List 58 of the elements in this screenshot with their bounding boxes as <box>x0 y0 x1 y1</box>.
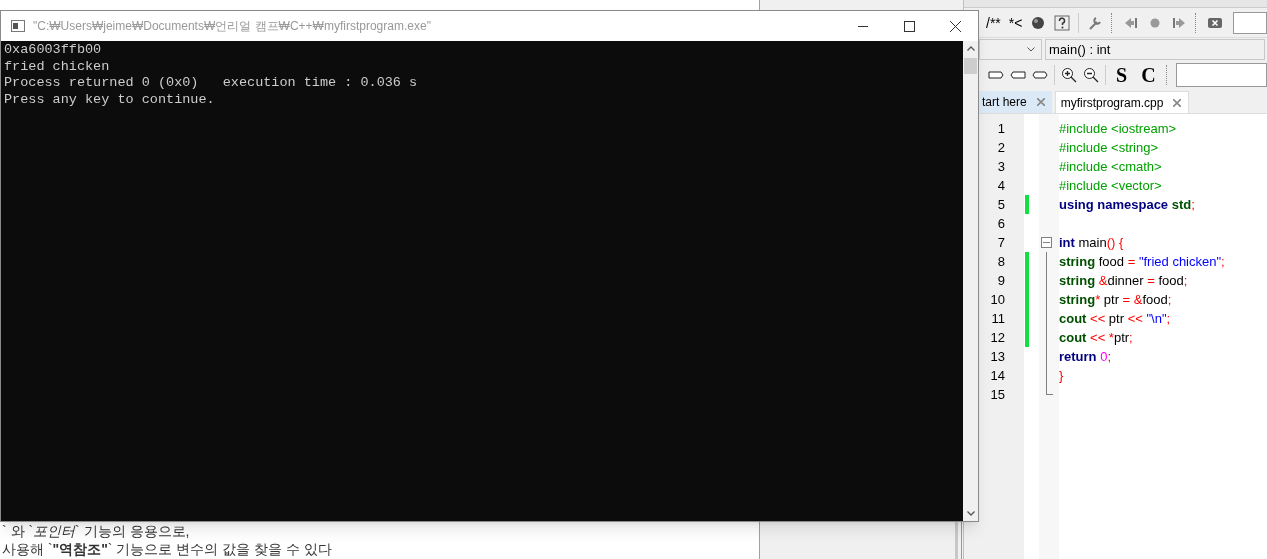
search-field[interactable] <box>1175 63 1267 87</box>
console-line: Press any key to continue. <box>4 91 216 108</box>
console-app-icon <box>11 20 25 32</box>
help-icon[interactable] <box>1054 14 1071 31</box>
scroll-down-icon[interactable] <box>966 511 975 516</box>
line-number: 11 <box>990 310 1006 328</box>
close-icon[interactable] <box>949 20 961 32</box>
chevron-down-icon[interactable] <box>1027 46 1035 52</box>
code-line: #include <string> <box>1059 139 1159 157</box>
window-title: "C:₩Users₩jeime₩Documents₩언리얼 캠프₩C++₩myfirstprogram.exe" <box>33 18 431 35</box>
editor-tab[interactable]: myfirstprogram.cpp <box>1054 91 1190 113</box>
code-line: #include <iostream> <box>1059 120 1178 138</box>
record-icon[interactable] <box>1030 14 1047 31</box>
format-button[interactable]: S <box>1112 65 1132 85</box>
line-number: 1 <box>996 120 1006 138</box>
line-number: 3 <box>996 158 1006 176</box>
code-line: int main() { <box>1059 234 1125 252</box>
code-line: } <box>1059 367 1065 385</box>
comment-button[interactable]: *< <box>1008 15 1023 30</box>
line-number: 8 <box>996 253 1006 271</box>
document-text: 사용해 `"역참조"` 기능으로 변수의 값을 찾을 수 있다 <box>2 540 332 558</box>
maximize-icon[interactable] <box>903 20 915 32</box>
line-number: 6 <box>996 215 1006 233</box>
code-line: string &dinner = food; <box>1059 272 1189 290</box>
line-number: 10 <box>989 291 1006 309</box>
line-number: 12 <box>989 329 1006 347</box>
scroll-thumb[interactable] <box>964 58 977 74</box>
fold-toggle[interactable] <box>1041 237 1052 248</box>
code-line: string food = "fried chicken"; <box>1059 253 1226 271</box>
code-line: cout << *ptr; <box>1059 329 1134 347</box>
wrench-icon[interactable] <box>1087 14 1104 31</box>
line-number: 14 <box>989 367 1006 385</box>
code-line: string* ptr = &food; <box>1059 291 1173 309</box>
minimize-icon[interactable] <box>858 25 868 27</box>
format-button[interactable]: C <box>1137 65 1160 85</box>
code-line: #include <vector> <box>1059 177 1163 195</box>
console-line: 0xa6003ffb00 <box>4 42 103 59</box>
line-number: 4 <box>996 177 1006 195</box>
code-line: using namespace std; <box>1059 196 1196 214</box>
console-line: fried chicken <box>4 58 111 75</box>
zoom-out-icon[interactable] <box>1083 67 1099 83</box>
line-number: 2 <box>996 139 1006 157</box>
line-number: 5 <box>996 196 1006 214</box>
line-number: 9 <box>996 272 1006 290</box>
search-field[interactable] <box>1233 11 1267 34</box>
comment-button[interactable]: /** <box>986 15 1001 30</box>
console-line: Process returned 0 (0x0) execution time : 0.036 s <box>4 75 419 92</box>
editor-tab[interactable]: tart here <box>979 91 1052 113</box>
line-number: 13 <box>989 348 1006 366</box>
code-line: return 0; <box>1059 348 1113 366</box>
code-line: #include <cmath> <box>1059 158 1163 176</box>
function-dropdown[interactable]: main() : int <box>1045 38 1265 60</box>
line-number: 15 <box>989 386 1006 404</box>
code-line: cout << ptr << "\n"; <box>1059 310 1172 328</box>
zoom-in-icon[interactable] <box>1061 67 1077 83</box>
line-number: 7 <box>996 234 1006 252</box>
scroll-up-icon[interactable] <box>966 46 975 51</box>
document-text: ` 와 `포인터` 기능의 응용으로, <box>2 522 191 540</box>
